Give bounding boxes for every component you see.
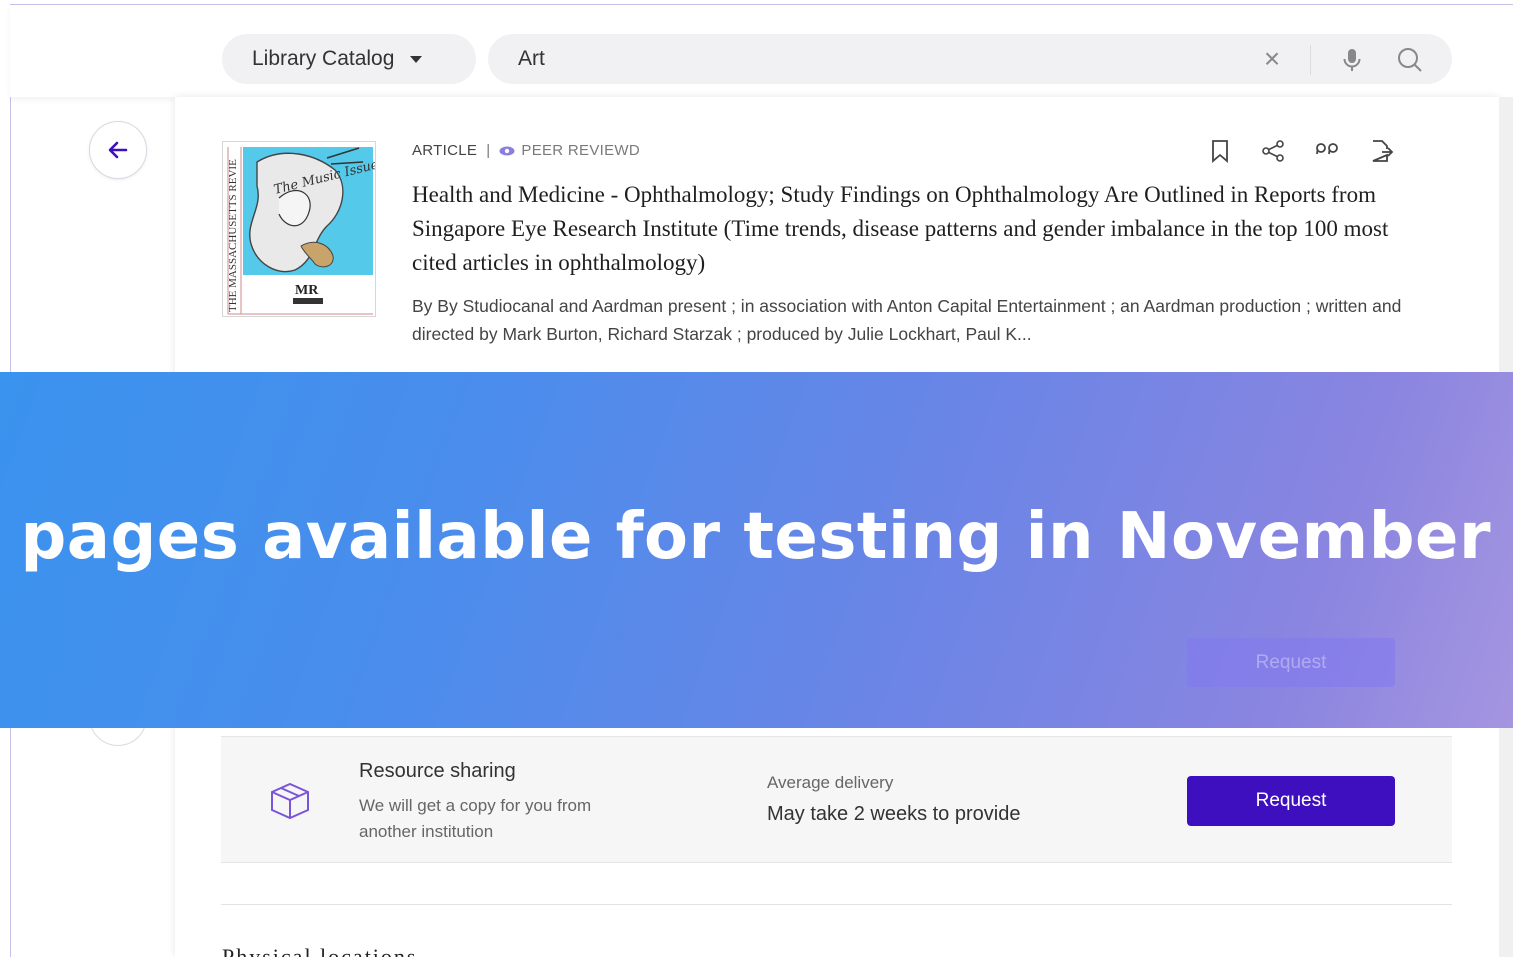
search-scope-dropdown[interactable]: Library Catalog <box>222 34 476 84</box>
record-authors: By By Studiocanal and Aardman present ; … <box>412 296 1402 344</box>
search-input[interactable] <box>518 34 1218 84</box>
delivery-value: May take 2 weeks to provide <box>767 803 1021 825</box>
record-actions <box>1208 138 1394 164</box>
chevron-down-icon <box>410 55 423 63</box>
cover-thumbnail[interactable]: THE MASSACHUSETTS REVIE The Music Issue … <box>222 141 376 317</box>
obscured-request-button: Request <box>1187 638 1395 687</box>
resource-sharing-description: We will get a copy for you from another … <box>359 796 592 841</box>
resource-sharing-title: Resource sharing <box>359 760 516 782</box>
request-button[interactable]: Request <box>1187 776 1395 826</box>
physical-locations-heading: Physical locations <box>222 944 418 957</box>
search-icon[interactable] <box>1396 46 1424 79</box>
delivery-label: Average delivery <box>767 773 894 792</box>
record-meta: ARTICLE | PEER REVIEWD <box>412 142 640 159</box>
cover-logo: MR <box>295 283 319 298</box>
search-scope-label: Library Catalog <box>252 47 395 70</box>
quote-icon[interactable] <box>1314 140 1340 162</box>
eye-icon <box>499 146 515 155</box>
arrow-left-icon <box>108 141 128 159</box>
section-divider <box>221 904 1452 905</box>
export-icon[interactable] <box>1368 138 1394 164</box>
cover-spine-text: THE MASSACHUSETTS REVIE <box>227 159 239 312</box>
banner-text: t pages available for testing in Novembe… <box>0 500 1491 574</box>
peer-reviewed-badge: PEER REVIEWD <box>499 142 640 159</box>
microphone-icon[interactable] <box>1340 47 1364 78</box>
record-title[interactable]: Health and Medicine - Ophthalmology; Stu… <box>412 178 1422 280</box>
search-divider <box>1310 45 1311 75</box>
share-icon[interactable] <box>1260 138 1286 164</box>
peer-reviewed-label: PEER REVIEWD <box>521 142 641 159</box>
announcement-banner: t pages available for testing in Novembe… <box>0 372 1513 728</box>
package-icon <box>271 782 309 820</box>
back-button[interactable] <box>89 121 147 179</box>
record-type: ARTICLE <box>412 142 478 159</box>
search-bar: × <box>488 34 1452 84</box>
meta-separator: | <box>486 142 491 159</box>
close-icon[interactable]: × <box>1260 45 1284 73</box>
bookmark-icon[interactable] <box>1208 138 1232 164</box>
resource-sharing-option: Resource sharing We will get a copy for … <box>221 736 1452 863</box>
